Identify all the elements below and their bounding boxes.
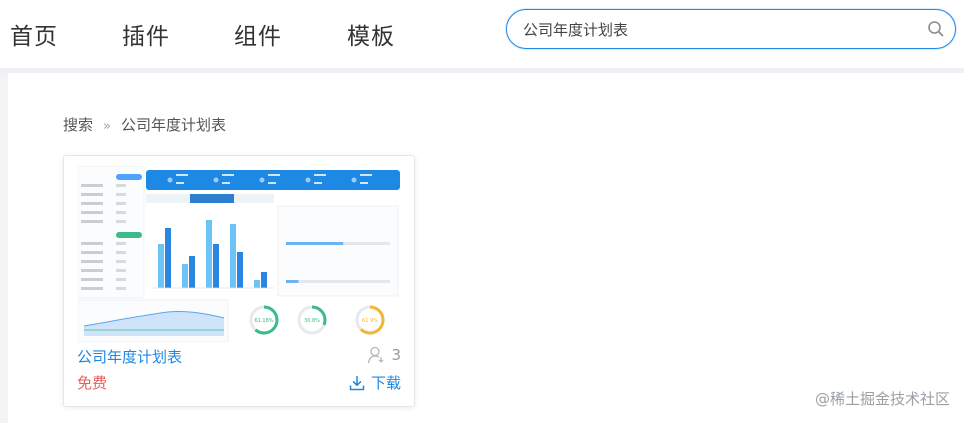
search-box xyxy=(506,9,956,49)
thumb-row-value xyxy=(116,260,126,263)
thumb-row-value xyxy=(116,269,126,272)
thumb-active-tab xyxy=(190,194,234,203)
search-input[interactable] xyxy=(523,18,923,40)
search-icon[interactable] xyxy=(927,20,945,38)
thumb-row-value xyxy=(116,211,126,214)
nav-item-components[interactable]: 组件 xyxy=(234,17,282,51)
thumb-header-text xyxy=(176,174,188,176)
thumb-gauge-label: 30.8% xyxy=(304,318,320,324)
thumb-row-label xyxy=(81,251,103,254)
left-gutter xyxy=(0,73,8,423)
thumb-header-icon xyxy=(351,177,357,183)
thumb-row-label xyxy=(81,242,103,245)
thumb-progress-fill xyxy=(286,242,344,245)
user-count-value: 3 xyxy=(391,346,401,364)
thumb-bar xyxy=(230,224,236,288)
price-label: 免费 xyxy=(77,374,108,392)
thumb-header-text xyxy=(360,174,372,176)
thumb-row-label xyxy=(81,202,103,205)
thumb-header-text xyxy=(268,182,276,184)
thumb-row-value xyxy=(116,287,126,290)
thumb-row-value xyxy=(116,242,126,245)
thumb-row-value xyxy=(116,251,126,254)
user-icon xyxy=(368,346,385,364)
thumb-header-bar xyxy=(146,170,400,190)
thumb-row-label xyxy=(81,269,103,272)
thumb-header-icon xyxy=(167,177,173,183)
template-title[interactable]: 公司年度计划表 xyxy=(77,346,182,367)
thumb-bar xyxy=(182,264,188,288)
thumb-row-label xyxy=(81,193,103,196)
thumb-bar xyxy=(213,244,219,288)
thumb-row-value xyxy=(116,278,126,281)
thumb-row-value xyxy=(116,202,126,205)
thumb-tag-blue xyxy=(116,174,142,180)
breadcrumb-current: 公司年度计划表 xyxy=(120,116,226,134)
download-button[interactable]: 下载 xyxy=(349,372,401,393)
thumb-row-value xyxy=(116,193,126,196)
thumb-row-value xyxy=(116,220,126,223)
thumb-header-icon xyxy=(213,177,219,183)
thumb-row-label xyxy=(81,184,103,187)
nav-item-templates[interactable]: 模板 xyxy=(347,17,395,51)
thumb-header-text xyxy=(314,174,326,176)
template-thumbnail[interactable]: 61.18% 30.8% 61.9% xyxy=(78,166,400,342)
breadcrumb-root[interactable]: 搜索 xyxy=(63,116,93,134)
thumb-progress-fill xyxy=(286,280,299,283)
thumb-progress-track xyxy=(286,280,390,283)
thumb-row-label xyxy=(81,260,103,263)
thumb-bar xyxy=(261,272,267,288)
top-navigation-bar: 首页 插件 组件 模板 xyxy=(0,0,964,68)
thumb-gauge-label: 61.9% xyxy=(362,318,378,324)
thumb-bar xyxy=(189,256,195,288)
thumb-bar xyxy=(237,252,243,288)
thumb-bar xyxy=(254,280,260,288)
thumb-row-label xyxy=(81,220,103,223)
thumb-row-label xyxy=(81,211,103,214)
header-divider xyxy=(0,68,964,73)
thumb-row-value xyxy=(116,184,126,187)
thumb-tag-green xyxy=(116,232,142,238)
thumb-gauge-label: 61.18% xyxy=(254,318,273,324)
thumb-header-text xyxy=(222,174,234,176)
template-card[interactable]: 61.18% 30.8% 61.9% 公司年度计划表 3 免费 下载 xyxy=(63,155,415,407)
thumb-row-label xyxy=(81,287,103,290)
thumb-bar xyxy=(165,228,171,288)
thumb-header-text xyxy=(360,182,368,184)
download-icon xyxy=(349,375,365,390)
nav-item-home[interactable]: 首页 xyxy=(10,17,58,51)
thumb-header-text xyxy=(222,182,230,184)
download-label: 下载 xyxy=(370,374,401,392)
thumb-row-label xyxy=(81,278,103,281)
thumb-header-text xyxy=(268,174,280,176)
thumb-bar xyxy=(206,220,212,288)
thumb-header-text xyxy=(176,182,184,184)
thumb-header-icon xyxy=(305,177,311,183)
breadcrumb: 搜索 » 公司年度计划表 xyxy=(63,114,226,135)
nav-item-plugins[interactable]: 插件 xyxy=(122,17,170,51)
user-count: 3 xyxy=(367,346,401,364)
watermark-text: @稀土掘金技术社区 xyxy=(814,390,950,408)
thumb-header-icon xyxy=(259,177,265,183)
breadcrumb-separator: » xyxy=(103,119,111,134)
thumb-header-text xyxy=(314,182,322,184)
thumb-bar xyxy=(158,244,164,288)
